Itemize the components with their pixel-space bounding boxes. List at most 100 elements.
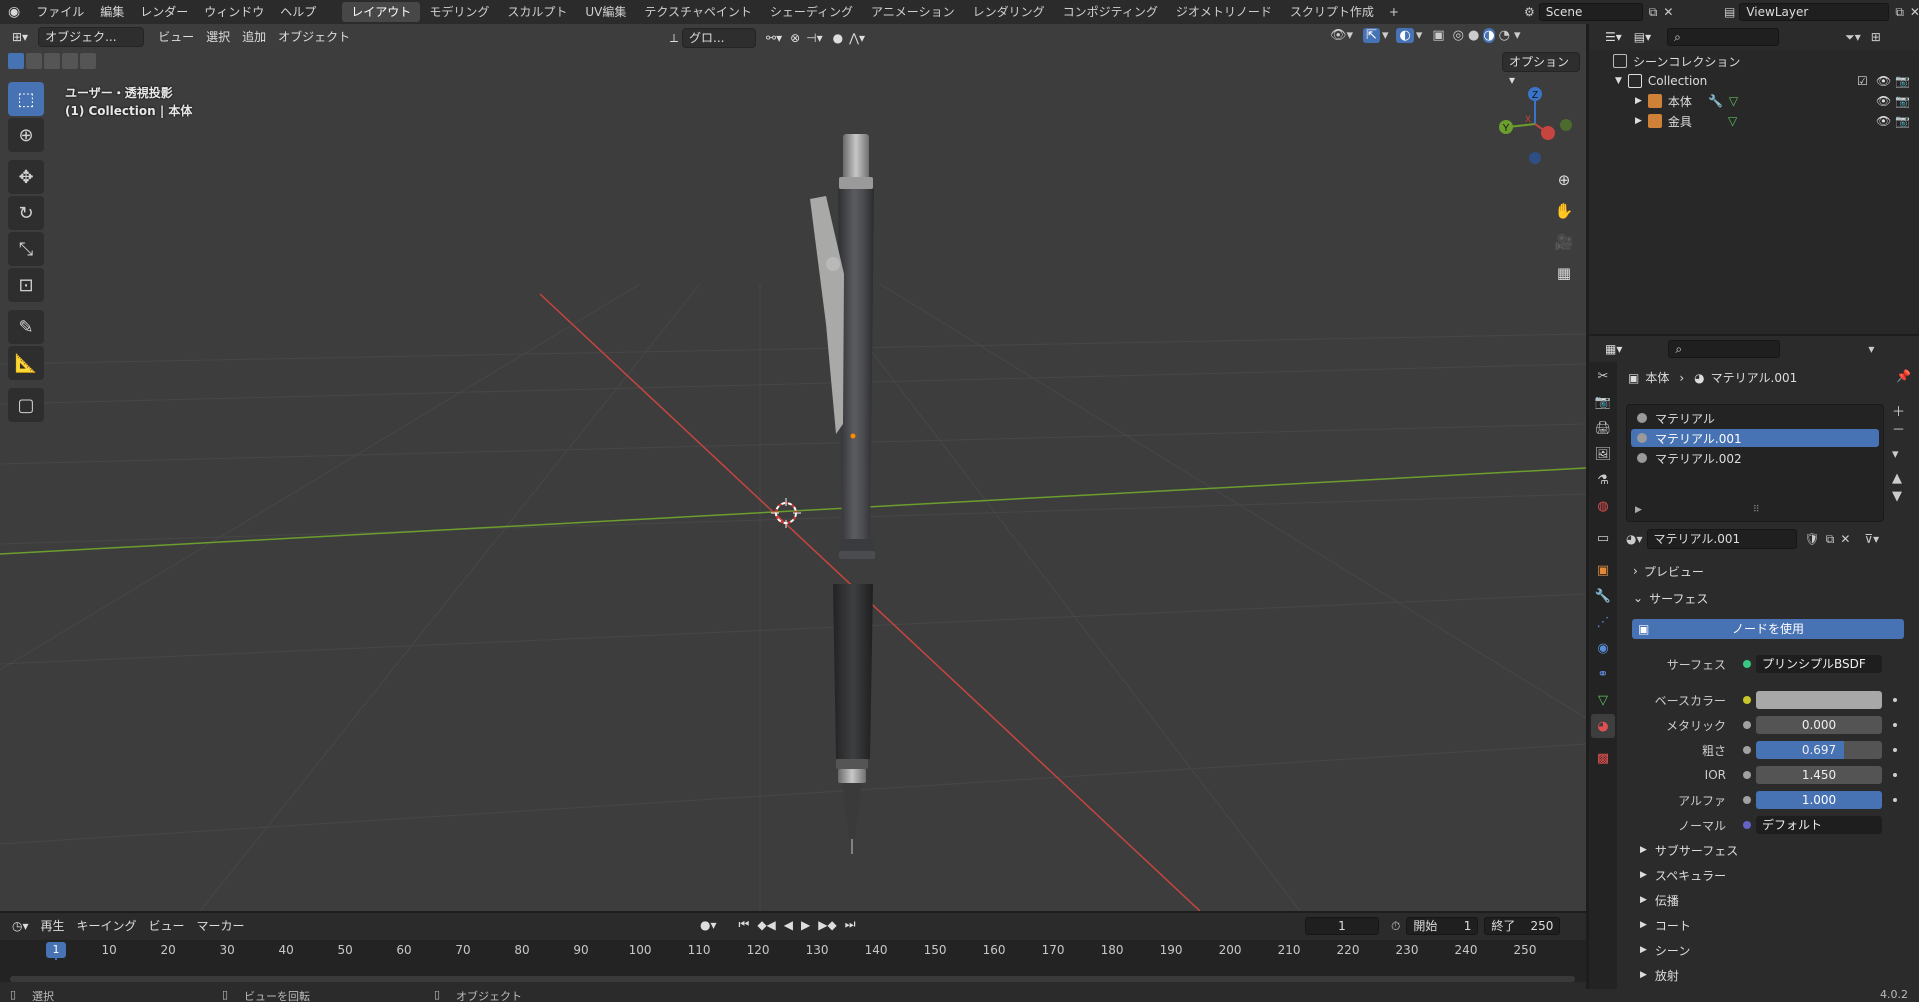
jump-end-icon[interactable]: ⏭ [845,917,856,932]
menu-select[interactable]: 選択 [200,27,236,47]
zoom-icon[interactable]: ⊕ [1550,166,1578,194]
outliner-object-body[interactable]: ▶ 本体 🔧 ▽ 👁 📷 [1589,91,1919,111]
frame-end-field[interactable]: 終了 250 [1484,917,1561,935]
menu-render[interactable]: レンダー [132,0,196,24]
constraints-tab-icon[interactable]: ⚭ [1591,662,1615,686]
move-slot-down-icon[interactable]: ▼ [1892,488,1905,506]
display-mode-icon[interactable]: ▤▾ [1628,27,1657,47]
play-icon[interactable]: ▶ [801,918,810,932]
link-type-icon[interactable]: ⊽▾ [1864,532,1879,546]
next-keyframe-icon[interactable]: ▶◆ [818,918,836,932]
copy-view-layer-icon[interactable]: ⧉ [1895,5,1904,20]
options-dropdown[interactable]: オプション ▾ [1502,52,1580,87]
outliner-collection[interactable]: ▼ Collection ☑ 👁 📷 [1589,71,1919,91]
object-body-visibility-icon[interactable]: 👁 [1876,94,1891,108]
scene-selector[interactable]: ⚙ Scene ⧉ ✕ [1524,3,1673,21]
keyframe-dot-icon[interactable] [1893,798,1897,802]
surface-shader-field[interactable]: プリンシプルBSDF [1756,655,1882,673]
duplicate-material-icon[interactable]: ⧉ [1826,532,1835,547]
menu-marker[interactable]: マーカー [191,916,251,936]
frame-start-field[interactable]: 開始 1 [1406,917,1479,935]
physics-tab-icon[interactable]: ◉ [1591,636,1615,660]
proportional-edit-icon[interactable]: ● [833,31,843,45]
current-frame-marker[interactable]: 1 [46,942,66,958]
outliner-editor-icon[interactable]: ☰▾ [1599,27,1628,47]
tool-tab-icon[interactable]: ✂ [1591,364,1615,388]
gizmo-dropdown-icon[interactable]: ▾ [1382,28,1389,43]
keyframe-dot-icon[interactable] [1893,773,1897,777]
tab-texture-paint[interactable]: テクスチャペイント [635,2,761,22]
use-nodes-button[interactable]: ▣ ノードを使用 [1632,619,1904,639]
select-extend-icon[interactable] [26,53,42,69]
add-slot-icon[interactable]: ＋ [1892,404,1905,422]
pin-icon[interactable]: 📌 [1896,369,1911,383]
tab-uv-editing[interactable]: UV編集 [576,2,635,22]
tab-shading[interactable]: シェーディング [761,2,862,22]
shading-dropdown-icon[interactable]: ▾ [1514,28,1521,43]
collection-visibility-icon[interactable]: 👁 [1876,74,1891,88]
object-body-render-icon[interactable]: 📷 [1895,94,1910,108]
coat-panel-header[interactable]: ▶ コート [1640,914,1910,936]
rotate-tool-icon[interactable]: ↻ [8,196,44,230]
data-tab-icon[interactable]: ▽ [1591,688,1615,712]
view-layer-selector[interactable]: ▤ ViewLayer ⧉ ✕ [1724,3,1919,21]
output-tab-icon[interactable]: 🖨 [1591,416,1615,440]
shading-solid-icon[interactable]: ● [1468,28,1479,43]
menu-add[interactable]: 追加 [236,27,272,47]
scene-tab-icon[interactable]: ⚗ [1591,468,1615,492]
visibility-icon[interactable]: 👁▾ [1330,28,1353,43]
tab-compositing[interactable]: コンポジティング [1054,2,1167,22]
subsurface-panel-header[interactable]: ▶ サブサーフェス [1640,839,1910,861]
material-slot-item[interactable]: マテリアル.002 [1631,449,1879,467]
select-invert-icon[interactable] [62,53,78,69]
overlay-dropdown-icon[interactable]: ▾ [1416,28,1423,43]
editor-type-icon[interactable]: ⊞▾ [6,27,34,47]
keyframe-dot-icon[interactable] [1893,723,1897,727]
properties-search-field[interactable]: ⌕ [1668,340,1781,358]
outliner-object-fitting[interactable]: ▶ 金具 ▽ 👁 📷 [1589,111,1919,131]
particles-tab-icon[interactable]: ⋰ [1591,610,1615,634]
list-expand-icon[interactable]: ▶ [1635,505,1642,515]
remove-scene-icon[interactable]: ✕ [1663,5,1673,19]
remove-slot-icon[interactable]: － [1892,422,1905,440]
keyframe-dot-icon[interactable] [1893,698,1897,702]
preview-panel-header[interactable]: › プレビュー [1633,560,1913,582]
xray-icon[interactable]: ▣ [1432,28,1444,43]
3d-viewport[interactable] [0,24,1586,911]
transmission-panel-header[interactable]: ▶ 伝播 [1640,889,1910,911]
view-layer-field[interactable]: ViewLayer [1739,3,1890,21]
material-slot-item[interactable]: マテリアル [1631,409,1879,427]
prev-keyframe-icon[interactable]: ◆◀ [757,918,775,932]
material-name-field[interactable]: マテリアル.001 [1646,529,1797,549]
base-color-swatch[interactable] [1756,691,1882,709]
emission-panel-header[interactable]: ▶ 放射 [1640,964,1910,986]
tab-geometry-nodes[interactable]: ジオメトリノード [1167,2,1281,22]
select-subtract-icon[interactable] [44,53,60,69]
object-tab-icon[interactable]: ▣ [1591,558,1615,582]
surface-panel-header[interactable]: ⌄ サーフェス [1633,587,1913,609]
object-expand-icon[interactable]: ▶ [1635,96,1642,106]
normal-field[interactable]: デフォルト [1756,816,1882,834]
scene-name-field[interactable]: Scene [1538,3,1643,21]
properties-options-icon[interactable]: ▾ [1868,342,1874,356]
tab-modeling[interactable]: モデリング [420,2,498,22]
shading-rendered-icon[interactable]: ◔ [1499,28,1510,43]
new-collection-icon[interactable]: ⊞ [1871,30,1881,44]
current-frame-field[interactable]: 1 [1305,917,1379,935]
collection-expand-icon[interactable]: ▼ [1615,76,1622,86]
filter-icon[interactable]: ⏷▾ [1845,30,1861,45]
menu-playback[interactable]: 再生 [35,916,71,936]
tab-scripting[interactable]: スクリプト作成 [1281,2,1383,22]
menu-help[interactable]: ヘルプ [272,0,324,24]
transform-orientation-dropdown[interactable]: ⟂ グロ... ⚯▾ ⊗ ⊣▾ ● ⋀▾ [670,28,865,48]
menu-file[interactable]: ファイル [28,0,92,24]
object-fitting-visibility-icon[interactable]: 👁 [1876,114,1891,128]
collection-render-icon[interactable]: 📷 [1895,74,1910,88]
shading-wireframe-icon[interactable]: ◎ [1453,28,1464,43]
tab-rendering[interactable]: レンダリング [964,2,1054,22]
gizmo-toggle-icon[interactable]: ⇱ [1363,28,1380,43]
camera-icon[interactable]: 🎥 [1550,228,1578,256]
properties-editor-icon[interactable]: ▦▾ [1599,339,1628,359]
roughness-field[interactable]: 0.697 [1756,741,1882,759]
menu-view[interactable]: ビュー [152,27,200,47]
